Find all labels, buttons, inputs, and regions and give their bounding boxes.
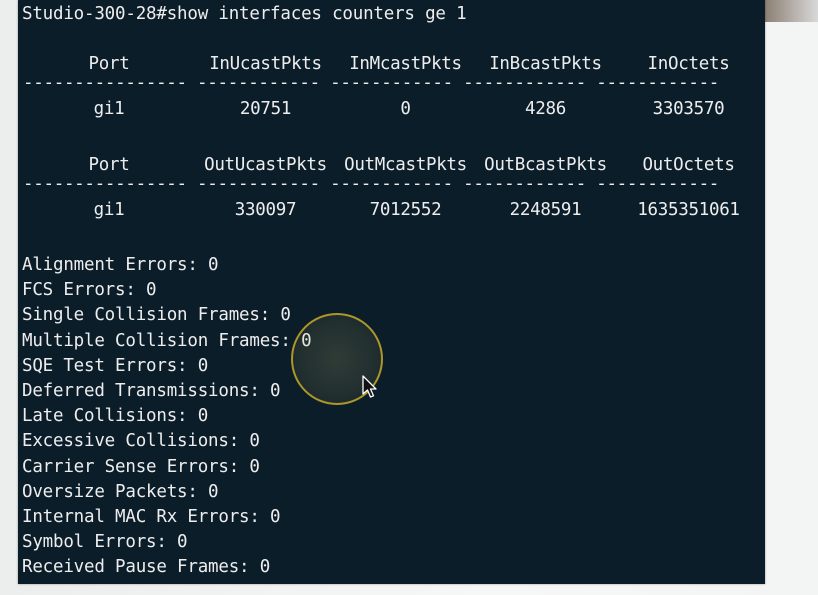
internal-mac-rx-errors: Internal MAC Rx Errors: 0: [22, 506, 281, 527]
cell-in-bcast: 4286: [525, 99, 566, 119]
cell-out-mcast: 7012552: [369, 200, 442, 220]
cell-port: gi1: [93, 99, 125, 119]
symbol-errors: Symbol Errors: 0: [22, 532, 188, 553]
late-collisions: Late Collisions: 0: [22, 406, 209, 427]
single-collision-frames: Single Collision Frames: 0: [22, 305, 291, 326]
excessive-collisions: Excessive Collisions: 0: [22, 431, 260, 452]
screen: Studio-300-28#show interfaces counters g…: [0, 0, 818, 595]
cell-in-octets: 3303570: [652, 99, 725, 119]
command-line: Studio-300-28#show interfaces counters g…: [22, 4, 467, 24]
separator-line: ---------------- ------------ ----------…: [23, 174, 720, 190]
table-separator: ---------------- ------------ ----------…: [18, 73, 765, 95]
arrow-pointer-icon: [362, 375, 377, 398]
cell-in-mcast: 0: [400, 99, 411, 119]
multiple-collision-frames: Multiple Collision Frames: 0: [22, 330, 312, 351]
cell-in-ucast: 20751: [239, 99, 292, 119]
carrier-sense-errors: Carrier Sense Errors: 0: [22, 456, 260, 477]
deferred-transmissions: Deferred Transmissions: 0: [22, 380, 281, 401]
received-pause-frames: Received Pause Frames: 0: [22, 557, 271, 578]
table-separator: ---------------- ------------ ----------…: [18, 174, 765, 196]
error-counters-list: Alignment Errors: 0 FCS Errors: 0 Single…: [22, 253, 312, 580]
table-row: gi1 330097 7012552 2248591 1635351061: [18, 198, 765, 223]
oversize-packets: Oversize Packets: 0: [22, 481, 219, 502]
sqe-test-errors: SQE Test Errors: 0: [22, 355, 209, 376]
out-counters-table: Port OutUcastPkts OutMcastPkts OutBcastP…: [18, 153, 765, 223]
cell-port: gi1: [93, 200, 125, 220]
table-row: gi1 20751 0 4286 3303570: [18, 97, 765, 122]
alignment-errors: Alignment Errors: 0: [22, 255, 219, 275]
cell-out-octets: 1635351061: [637, 200, 740, 220]
in-counters-table: Port InUcastPkts InMcastPkts InBcastPkts…: [18, 52, 765, 122]
terminal-window[interactable]: Studio-300-28#show interfaces counters g…: [18, 0, 765, 584]
cell-out-ucast: 330097: [234, 200, 297, 220]
fcs-errors: FCS Errors: 0: [22, 280, 157, 301]
cell-out-bcast: 2248591: [509, 200, 582, 220]
separator-line: ---------------- ------------ ----------…: [23, 73, 720, 89]
